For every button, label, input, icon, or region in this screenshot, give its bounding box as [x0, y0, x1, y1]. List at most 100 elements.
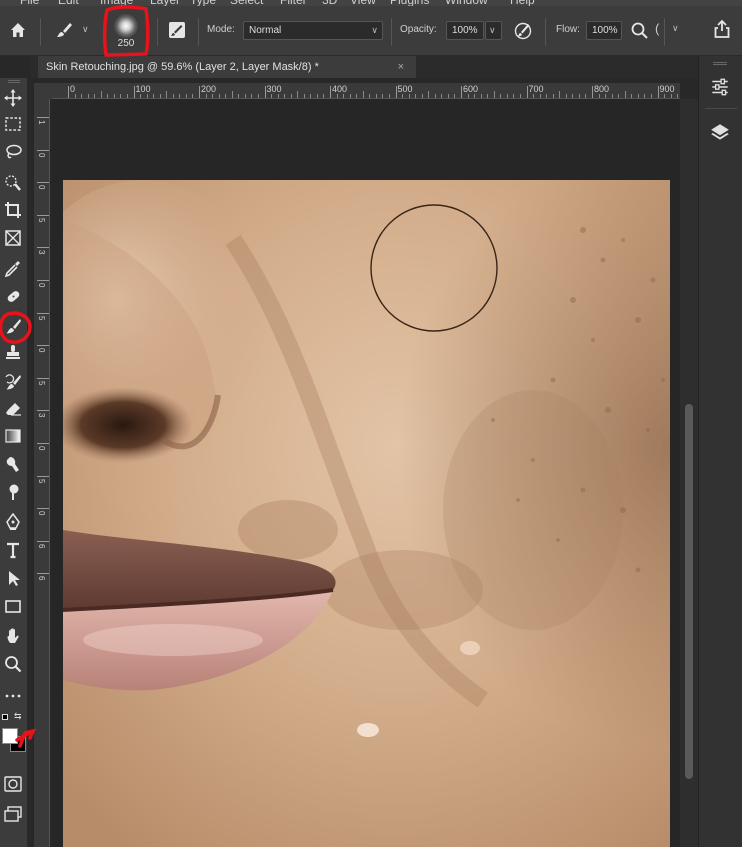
ruler-major-tick: [133, 86, 135, 98]
ruler-minor-tick: [316, 94, 318, 98]
flow-input[interactable]: 100%: [586, 21, 622, 40]
ruler-label: 700: [528, 84, 544, 94]
gradient-tool[interactable]: [1, 424, 25, 448]
rectangle-icon: [5, 600, 21, 613]
swap-colors-icon[interactable]: ⇆: [14, 711, 22, 722]
document-tab-bar: Skin Retouching.jpg @ 59.6% (Layer 2, La…: [30, 56, 698, 78]
workspace-switcher[interactable]: ∨: [672, 22, 692, 40]
eraser-icon: [6, 403, 21, 416]
hand-icon: [7, 628, 19, 643]
brush-tool[interactable]: [1, 314, 25, 338]
ruler-minor-tick: [559, 91, 561, 98]
ruler-minor-tick: [624, 91, 626, 98]
ruler-origin[interactable]: [34, 83, 52, 99]
share-button[interactable]: [712, 19, 734, 41]
tool-preset-picker[interactable]: ∨: [54, 20, 96, 42]
brush-size-value: 250: [117, 38, 135, 49]
ruler-minor-tick: [375, 94, 377, 98]
marquee-tool[interactable]: [1, 112, 25, 136]
ruler-minor-tick: [271, 94, 273, 98]
adjustments-panel-button[interactable]: [709, 76, 733, 100]
ruler-label: 400: [332, 84, 348, 94]
healing-brush-tool[interactable]: [1, 284, 25, 308]
ruler-minor-tick: [480, 94, 482, 98]
more-tools[interactable]: [1, 684, 25, 708]
panel-collapse-grip[interactable]: [713, 62, 727, 65]
ruler-minor-tick: [238, 94, 240, 98]
search-button[interactable]: [630, 21, 650, 41]
ruler-minor-tick: [415, 94, 417, 98]
dodge-tool[interactable]: [1, 480, 25, 504]
opacity-input[interactable]: 100%: [446, 21, 484, 40]
ruler-minor-tick: [244, 94, 246, 98]
ruler-label: 3: [37, 413, 46, 418]
ruler-minor-tick: [297, 91, 299, 98]
home-button[interactable]: [8, 20, 30, 42]
crop-tool[interactable]: [1, 198, 25, 222]
opacity-dropdown[interactable]: ∨: [485, 21, 502, 40]
foreground-color-swatch[interactable]: [2, 728, 18, 744]
scrollbar-thumb[interactable]: [685, 404, 693, 779]
ruler-minor-tick: [166, 91, 168, 98]
ruler-minor-tick: [421, 94, 423, 98]
ruler-minor-tick: [565, 94, 567, 98]
clone-stamp-tool[interactable]: [1, 340, 25, 364]
ruler-minor-tick: [153, 94, 155, 98]
ruler-minor-tick: [140, 94, 142, 98]
document-tab[interactable]: Skin Retouching.jpg @ 59.6% (Layer 2, La…: [38, 56, 416, 78]
move-tool[interactable]: [1, 86, 25, 110]
screen-mode-icon: [4, 806, 22, 822]
hand-tool[interactable]: [1, 624, 25, 648]
brush-settings-toggle[interactable]: [167, 20, 189, 42]
mode-select[interactable]: Normal ∨: [243, 21, 383, 40]
ruler-minor-tick: [231, 91, 233, 98]
ruler-minor-tick: [402, 94, 404, 98]
close-icon[interactable]: ×: [398, 56, 404, 78]
tools-panel: ⇆: [0, 78, 28, 847]
smudge-tool[interactable]: [1, 452, 25, 476]
eyedropper-tool[interactable]: [1, 256, 25, 280]
ruler-major-tick: [37, 540, 49, 542]
vertical-scrollbar[interactable]: [680, 99, 698, 847]
type-tool[interactable]: [1, 538, 25, 562]
ruler-minor-tick: [677, 94, 679, 98]
ruler-minor-tick: [487, 94, 489, 98]
vertical-ruler[interactable]: 1 0 0 5 3 0 5 0 5 3 0 5 0 6 6: [34, 99, 50, 847]
zoom-tool[interactable]: [1, 652, 25, 676]
ruler-minor-tick: [336, 94, 338, 98]
ruler-label: 5: [37, 217, 46, 223]
ruler-label: 200: [201, 84, 217, 94]
ruler-minor-tick: [369, 94, 371, 98]
document-image[interactable]: [63, 180, 670, 847]
default-colors-icon[interactable]: [2, 714, 8, 720]
ruler-minor-tick: [159, 94, 161, 98]
lasso-tool[interactable]: [1, 140, 25, 164]
ruler-major-tick: [37, 117, 49, 118]
ruler-minor-tick: [251, 94, 253, 98]
ruler-minor-tick: [428, 91, 430, 98]
layers-panel-button[interactable]: [709, 122, 733, 146]
ruler-minor-tick: [323, 94, 325, 98]
quick-mask-button[interactable]: [4, 776, 24, 794]
ruler-minor-tick: [408, 94, 410, 98]
chevron-down-icon: ∨: [489, 25, 496, 35]
screen-mode-button[interactable]: [4, 806, 24, 824]
ruler-label: 0: [37, 511, 46, 516]
ruler-minor-tick: [303, 94, 305, 98]
pressure-opacity-toggle[interactable]: [513, 21, 533, 41]
brush-size-picker[interactable]: 250: [108, 14, 144, 52]
pen-tool[interactable]: [1, 510, 25, 534]
eraser-tool[interactable]: [1, 396, 25, 420]
ruler-label: 5: [37, 315, 46, 321]
history-brush-tool[interactable]: [1, 370, 25, 394]
ruler-minor-tick: [598, 94, 600, 98]
horizontal-ruler[interactable]: 0 100 200 300 400 500 600 700 800 900: [52, 83, 680, 99]
path-select-tool[interactable]: [1, 566, 25, 590]
rectangle-tool[interactable]: [1, 594, 25, 618]
quick-select-tool[interactable]: [1, 170, 25, 194]
home-icon: [11, 23, 25, 37]
ruler-minor-tick: [81, 94, 83, 98]
frame-tool[interactable]: [1, 226, 25, 250]
ruler-minor-tick: [637, 94, 639, 98]
dodge-icon: [9, 484, 19, 500]
